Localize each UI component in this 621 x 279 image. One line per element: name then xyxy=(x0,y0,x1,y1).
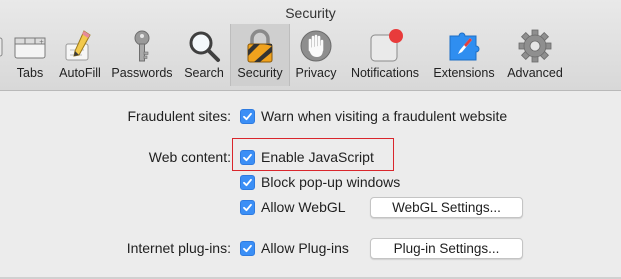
toolbar-label-notifications: Notifications xyxy=(350,66,420,80)
plugin-settings-button[interactable]: Plug-in Settings... xyxy=(370,238,523,259)
title-bar: Security + Tabs AutoFill Passwords Searc… xyxy=(0,0,621,91)
hand-icon xyxy=(300,30,332,62)
checkmark-icon xyxy=(243,203,252,212)
toolbar-item-notifications[interactable]: Notifications xyxy=(344,24,426,86)
checkmark-icon xyxy=(243,244,252,253)
toolbar-item-tabs[interactable]: + Tabs xyxy=(10,24,50,86)
security-pane: Fraudulent sites: Warn when visiting a f… xyxy=(0,91,621,279)
toolbar-label-autofill: AutoFill xyxy=(59,66,101,80)
fraudulent-sites-label: Fraudulent sites: xyxy=(127,108,232,124)
webgl-settings-button[interactable]: WebGL Settings... xyxy=(370,197,523,218)
security-preferences-window: Security + Tabs AutoFill Passwords Searc… xyxy=(0,0,621,279)
toolbar-label-passwords: Passwords xyxy=(111,66,173,80)
warn-fraudulent-checkbox[interactable] xyxy=(240,109,255,124)
enable-javascript-label[interactable]: Enable JavaScript xyxy=(261,149,374,165)
toolbar-item-security[interactable]: Security xyxy=(230,24,290,86)
checkmark-icon xyxy=(243,153,252,162)
puzzle-compass-icon xyxy=(449,32,480,61)
allow-plugins-label[interactable]: Allow Plug-ins xyxy=(261,240,349,256)
checkmark-icon xyxy=(243,112,252,121)
window-title: Security xyxy=(285,5,336,21)
toolbar-item-extensions[interactable]: Extensions xyxy=(429,24,499,86)
autofill-pencil-icon xyxy=(65,30,91,61)
key-icon xyxy=(134,30,150,62)
toolbar-label-extensions: Extensions xyxy=(433,66,495,80)
gear-icon xyxy=(518,29,552,63)
notification-badge-icon xyxy=(370,29,403,62)
preferences-toolbar: + Tabs AutoFill Passwords Search Securit… xyxy=(0,24,621,88)
toolbar-label-privacy: Privacy xyxy=(295,66,337,80)
toolbar-label-advanced: Advanced xyxy=(507,66,563,80)
enable-javascript-checkbox[interactable] xyxy=(240,150,255,165)
svg-text:+: + xyxy=(39,39,44,46)
toolbar-item-autofill[interactable]: AutoFill xyxy=(55,24,105,86)
toolbar-item-search[interactable]: Search xyxy=(181,24,227,86)
magnifier-icon xyxy=(189,31,220,62)
toolbar-label-search: Search xyxy=(184,66,224,80)
checkmark-icon xyxy=(243,178,252,187)
allow-plugins-checkbox[interactable] xyxy=(240,241,255,256)
toolbar-item-passwords[interactable]: Passwords xyxy=(108,24,176,86)
warn-fraudulent-label[interactable]: Warn when visiting a fraudulent website xyxy=(261,108,507,124)
tabs-icon: + xyxy=(14,37,46,59)
block-popups-label[interactable]: Block pop-up windows xyxy=(261,174,400,190)
internet-plugins-label: Internet plug-ins: xyxy=(126,240,231,256)
toolbar-label-security: Security xyxy=(237,66,283,80)
toolbar-label-tabs: Tabs xyxy=(16,66,44,80)
lock-icon xyxy=(247,29,273,63)
toolbar-item-advanced[interactable]: Advanced xyxy=(503,24,567,86)
toolbar-item-privacy[interactable]: Privacy xyxy=(291,24,341,86)
allow-webgl-checkbox[interactable] xyxy=(240,200,255,215)
allow-webgl-label[interactable]: Allow WebGL xyxy=(261,199,346,215)
block-popups-checkbox[interactable] xyxy=(240,175,255,190)
web-content-label: Web content: xyxy=(148,149,231,165)
